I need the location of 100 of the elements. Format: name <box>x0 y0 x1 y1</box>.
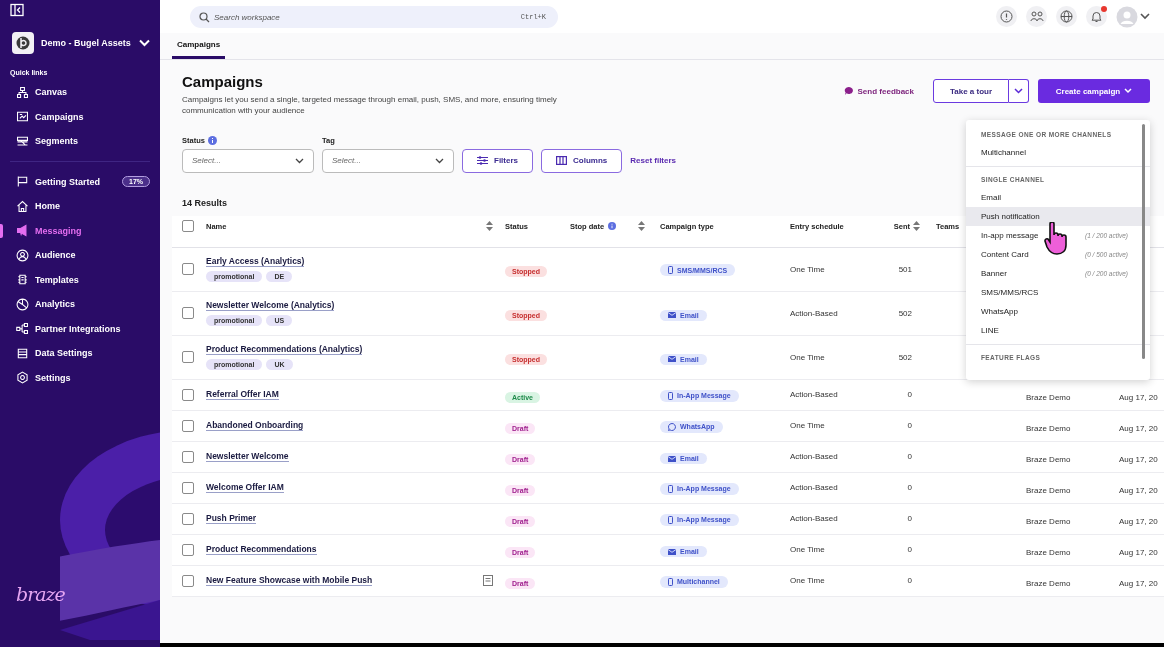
campaign-name-link[interactable]: Newsletter Welcome <box>206 451 289 463</box>
row-checkbox[interactable] <box>182 543 194 556</box>
table-cell-text: Action-Based <box>790 452 839 462</box>
reset-filters-link[interactable]: Reset filters <box>630 155 677 165</box>
campaign-name-link[interactable]: Early Access (Analytics) <box>206 256 305 268</box>
collapse-sidebar-icon[interactable] <box>10 3 24 17</box>
info-icon <box>207 136 217 146</box>
tab[interactable]: Campaigns <box>172 33 226 59</box>
nav-item[interactable]: Campaigns <box>0 104 160 129</box>
table-cell: Aug 17, 20 <box>1119 578 1158 588</box>
take-a-tour-button[interactable]: Take a tour <box>933 79 1009 103</box>
row-checkbox[interactable] <box>182 450 194 463</box>
template-icon <box>16 273 29 287</box>
campaign-name-link[interactable]: New Feature Showcase with Mobile Push <box>206 575 373 587</box>
row-checkbox[interactable] <box>182 481 194 494</box>
chat-bubble-icon <box>668 422 676 431</box>
campaign-name-link[interactable]: Newsletter Welcome (Analytics) <box>206 300 335 312</box>
table-cell-text: 0 <box>906 390 913 400</box>
sliders-icon <box>477 156 488 166</box>
campaign-name-link[interactable]: Referral Offer IAM <box>206 389 279 401</box>
campaign-name-link[interactable]: Product Recommendations <box>206 544 317 556</box>
sort-icon[interactable] <box>638 221 646 232</box>
filters-button[interactable]: Filters <box>462 148 533 173</box>
campaign-name-link[interactable]: Push Primer <box>206 513 257 525</box>
nav-item[interactable]: Settings <box>0 365 160 390</box>
campaign-name-link[interactable]: Product Recommendations (Analytics) <box>206 344 363 356</box>
page-description: Campaigns let you send a single, targeted message through email, push, SMS, and more, ensuring timely communication with your audience <box>182 95 558 117</box>
send-feedback-link[interactable]: Send feedback <box>843 86 914 96</box>
menu-item[interactable]: Multichannel <box>966 143 1150 162</box>
table-cell-text: Action-Based <box>790 308 839 318</box>
menu-item[interactable]: WhatsApp <box>966 302 1150 321</box>
nav-item[interactable]: Audience <box>0 243 160 268</box>
table-cell-text: 501 <box>897 264 913 274</box>
chevron-down-icon <box>1124 88 1133 94</box>
envelope-icon <box>668 455 676 462</box>
nav-item[interactable]: Messaging <box>0 218 160 243</box>
campaign-name-link[interactable]: Abandoned Onboarding <box>206 420 304 432</box>
scrollbar[interactable] <box>1142 124 1145 359</box>
table-cell: Braze Demo <box>1026 423 1071 433</box>
table-cell-text: One Time <box>790 264 826 274</box>
workspace-logo-icon <box>12 32 34 54</box>
phone-icon <box>668 484 673 493</box>
tour-dropdown-button[interactable] <box>1009 79 1029 103</box>
nav-item[interactable]: Home <box>0 194 160 219</box>
row-checkbox[interactable] <box>182 512 194 525</box>
sort-icon[interactable] <box>913 221 920 232</box>
phone-icon <box>668 577 673 586</box>
phone-icon <box>668 391 673 400</box>
sort-icon[interactable] <box>486 221 493 232</box>
envelope-icon <box>668 548 676 555</box>
phone-icon <box>668 266 673 275</box>
create-campaign-button[interactable]: Create campaign <box>1038 79 1150 103</box>
table-cell-text: 0 <box>906 421 913 431</box>
table-cell-text: Action-Based <box>790 483 839 493</box>
table-cell-text: 0 <box>906 452 913 462</box>
nav-item[interactable]: Templates <box>0 267 160 292</box>
board-icon <box>16 110 29 124</box>
envelope-icon <box>668 312 676 319</box>
row-checkbox[interactable] <box>182 388 194 401</box>
nav-item[interactable]: Analytics <box>0 292 160 317</box>
campaign-name-link[interactable]: Welcome Offer IAM <box>206 482 284 494</box>
table-cell-text: 502 <box>897 352 913 362</box>
row-checkbox[interactable] <box>182 307 194 320</box>
table-cell: Aug 17, 20 <box>1119 516 1158 526</box>
chevron-down-icon <box>435 157 444 164</box>
columns-button[interactable]: Columns <box>541 148 623 173</box>
megaphone-icon <box>16 224 29 238</box>
workspace-switcher[interactable]: Demo - Bugel Assets <box>12 32 150 54</box>
table-cell: Aug 17, 20 <box>1119 454 1158 464</box>
tag-select[interactable]: Select... <box>322 148 454 173</box>
nav-item[interactable]: Canvas <box>0 80 160 105</box>
flag-icon <box>16 175 29 189</box>
segments-icon <box>16 134 29 148</box>
account-menu-button[interactable] <box>1116 5 1150 28</box>
table-cell: Braze Demo <box>1026 485 1071 495</box>
select-all-checkbox[interactable] <box>182 220 194 233</box>
pie-chart-icon <box>16 297 29 311</box>
row-checkbox[interactable] <box>182 263 194 276</box>
chevron-down-icon <box>295 157 304 164</box>
database-icon <box>16 346 29 360</box>
people-button[interactable] <box>1026 6 1047 27</box>
notifications-button[interactable] <box>1086 6 1107 27</box>
brand-logo: braze <box>16 583 65 605</box>
menu-item[interactable]: Push notification <box>966 207 1150 226</box>
row-checkbox[interactable] <box>182 419 194 432</box>
row-checkbox[interactable] <box>182 351 194 364</box>
menu-item[interactable]: LINE <box>966 321 1150 340</box>
menu-item[interactable]: SMS/MMS/RCS <box>966 283 1150 302</box>
nav-item[interactable]: Data Settings <box>0 341 160 366</box>
language-button[interactable] <box>1056 6 1077 27</box>
row-checkbox[interactable] <box>182 574 194 587</box>
nav-item[interactable]: Segments <box>0 129 160 154</box>
alert-button[interactable] <box>996 6 1017 27</box>
table-cell-text: 502 <box>897 308 913 318</box>
people-icon <box>1029 10 1044 23</box>
nav-item[interactable]: Partner Integrations <box>0 316 160 341</box>
table-cell: Braze Demo <box>1026 547 1071 557</box>
table-cell: Braze Demo <box>1026 392 1071 402</box>
menu-item[interactable]: Email <box>966 188 1150 207</box>
status-select[interactable]: Select... <box>182 148 314 173</box>
